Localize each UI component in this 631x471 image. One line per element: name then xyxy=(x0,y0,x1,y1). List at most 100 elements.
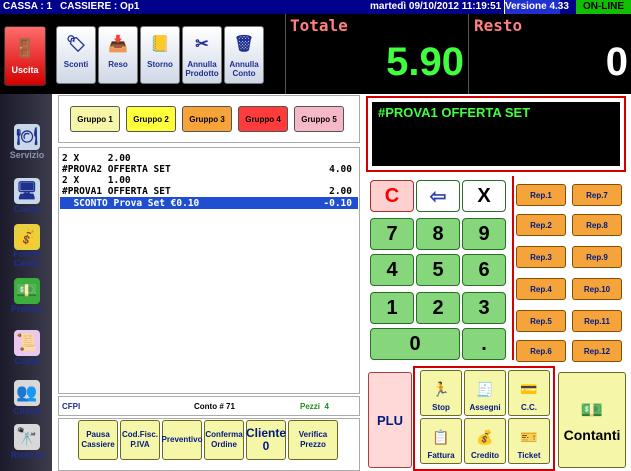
key-2[interactable]: 2 xyxy=(416,292,460,324)
group-button-1[interactable]: Gruppo 1 xyxy=(70,106,120,132)
rep-7-button[interactable]: Rep.7 xyxy=(572,184,622,206)
clear-key[interactable]: C xyxy=(370,180,414,212)
group-button-2[interactable]: Gruppo 2 xyxy=(126,106,176,132)
resto-value: 0 xyxy=(605,40,628,84)
copy-icon: 📜 xyxy=(14,330,40,356)
key-7[interactable]: 7 xyxy=(370,218,414,250)
credit-card-icon: 💳 xyxy=(520,380,538,397)
backspace-key[interactable]: ⇦ xyxy=(416,180,460,212)
customers-icon: 👥 xyxy=(14,380,40,406)
rep-3-button[interactable]: Rep.3 xyxy=(516,246,566,268)
pausa-cassiere-button[interactable]: Pausa Cassiere xyxy=(78,420,118,460)
receipt-line[interactable]: 2 X 1.00 xyxy=(62,175,356,186)
receipt-line-selected[interactable]: SCONTO Prova Set €0.10 -0.10 xyxy=(62,198,356,209)
trash-icon: 🗑 xyxy=(233,35,255,53)
sidebar-item-fondo-cassa[interactable]: 💰 Fondo Cassa xyxy=(4,224,50,268)
group-button-5[interactable]: Gruppo 5 xyxy=(294,106,344,132)
rep-2-button[interactable]: Rep.2 xyxy=(516,214,566,236)
rep-divider xyxy=(512,176,514,360)
customer-display: #PROVA1 OFFERTA SET xyxy=(372,102,620,166)
group-button-3[interactable]: Gruppo 3 xyxy=(182,106,232,132)
totale-value: 5.90 xyxy=(386,40,464,84)
key-0[interactable]: 0 xyxy=(370,328,460,360)
rep-8-button[interactable]: Rep.8 xyxy=(572,214,622,236)
status-bar: CASSA : 1 CASSIERE : Op1 martedì 09/10/2… xyxy=(0,0,631,14)
stop-button[interactable]: 🏃 Stop xyxy=(420,370,462,416)
conto-number: Conto # 71 xyxy=(194,402,235,411)
verifica-prezzo-button[interactable]: Verifica Prezzo xyxy=(288,420,338,460)
cliente-button[interactable]: Cliente 0 xyxy=(246,420,286,460)
withdraw-icon: 💵 xyxy=(14,278,40,304)
rep-1-button[interactable]: Rep.1 xyxy=(516,184,566,206)
credito-button[interactable]: 💰 Credito xyxy=(464,418,506,464)
codfisc-button[interactable]: Cod.Fisc. P.IVA xyxy=(120,420,160,460)
rep-11-button[interactable]: Rep.11 xyxy=(572,310,622,332)
client-code: CFPI xyxy=(62,402,81,411)
rep-4-button[interactable]: Rep.4 xyxy=(516,278,566,300)
preventivo-button[interactable]: Preventivo xyxy=(162,420,202,460)
register-icon: 🖥 xyxy=(14,178,40,204)
annulla-prodotto-button[interactable]: ✂ Annulla Prodotto xyxy=(182,26,222,84)
binoculars-icon: 🔭 xyxy=(14,424,40,450)
receipt-line[interactable]: 2 X 2.00 xyxy=(62,153,356,164)
tray-icon: 🍽 xyxy=(14,124,40,150)
sidebar-item-prelievi[interactable]: 💵 Prelievi xyxy=(4,278,50,314)
sidebar-item-servizio[interactable]: 🍽 Servizio xyxy=(4,124,50,160)
pezzi-count: Pezzi 4 xyxy=(300,402,329,411)
running-man-icon: 🏃 xyxy=(432,380,450,397)
plu-button[interactable]: PLU xyxy=(368,372,412,468)
cheque-icon: 🧾 xyxy=(476,380,494,397)
key-4[interactable]: 4 xyxy=(370,254,414,286)
reverse-icon: 📒 xyxy=(150,35,170,53)
assegni-button[interactable]: 🧾 Assegni xyxy=(464,370,506,416)
rep-12-button[interactable]: Rep.12 xyxy=(572,340,622,362)
receipt-line[interactable]: #PROVA2 OFFERTA SET 4.00 xyxy=(62,164,356,175)
cassiere-label: CASSIERE : Op1 xyxy=(60,1,140,12)
divider xyxy=(468,14,469,94)
rep-9-button[interactable]: Rep.9 xyxy=(572,246,622,268)
datetime: martedì 09/10/2012 11:19:51 xyxy=(370,1,502,12)
conferma-ordine-button[interactable]: Conferma Ordine xyxy=(204,420,244,460)
divider xyxy=(285,14,286,94)
key-8[interactable]: 8 xyxy=(416,218,460,250)
resto-label: Resto xyxy=(474,16,523,35)
storno-button[interactable]: 📒 Storno xyxy=(140,26,180,84)
cash-fund-icon: 💰 xyxy=(14,224,40,250)
invoice-icon: 📋 xyxy=(432,428,450,445)
sidebar-item-ricerca[interactable]: 🔭 Ricerca xyxy=(4,424,50,460)
key-5[interactable]: 5 xyxy=(416,254,460,286)
return-icon: 📥 xyxy=(108,35,128,53)
money-bag-icon: 💰 xyxy=(476,428,494,445)
sidebar-item-clienti[interactable]: 👥 Clienti xyxy=(4,380,50,416)
cassa-label: CASSA : 1 xyxy=(3,1,53,12)
group-button-4[interactable]: Gruppo 4 xyxy=(238,106,288,132)
sidebar-item-cassa[interactable]: 🖥 Cassa xyxy=(4,178,50,214)
key-9[interactable]: 9 xyxy=(462,218,506,250)
cancel-product-icon: ✂ xyxy=(195,35,209,53)
rep-5-button[interactable]: Rep.5 xyxy=(516,310,566,332)
receipt-line[interactable]: #PROVA1 OFFERTA SET 2.00 xyxy=(62,186,356,197)
online-badge: ON-LINE xyxy=(576,0,631,14)
uscita-button[interactable]: 🚪 Uscita xyxy=(4,26,46,86)
discount-icon: 🏷 xyxy=(65,35,87,53)
key-3[interactable]: 3 xyxy=(462,292,506,324)
cc-button[interactable]: 💳 C.C. xyxy=(508,370,550,416)
ticket-button[interactable]: 🎫 Ticket xyxy=(508,418,550,464)
annulla-conto-button[interactable]: 🗑 Annulla Conto xyxy=(224,26,264,84)
fattura-button[interactable]: 📋 Fattura xyxy=(420,418,462,464)
key-6[interactable]: 6 xyxy=(462,254,506,286)
decimal-key[interactable]: . xyxy=(462,328,506,360)
rep-10-button[interactable]: Rep.10 xyxy=(572,278,622,300)
contanti-button[interactable]: 💵 Contanti xyxy=(558,372,626,468)
sidebar-item-copia[interactable]: 📜 Copia xyxy=(4,330,50,366)
exit-door-icon: 🚪 xyxy=(13,37,37,58)
ticket-icon: 🎫 xyxy=(520,428,538,445)
key-1[interactable]: 1 xyxy=(370,292,414,324)
sconti-button[interactable]: 🏷 Sconti xyxy=(56,26,96,84)
multiply-key[interactable]: X xyxy=(462,180,506,212)
totale-label: Totale xyxy=(290,16,348,35)
version-label: Versione 4.33 xyxy=(504,0,569,14)
rep-6-button[interactable]: Rep.6 xyxy=(516,340,566,362)
reso-button[interactable]: 📥 Reso xyxy=(98,26,138,84)
cash-icon: 💵 xyxy=(580,400,604,420)
